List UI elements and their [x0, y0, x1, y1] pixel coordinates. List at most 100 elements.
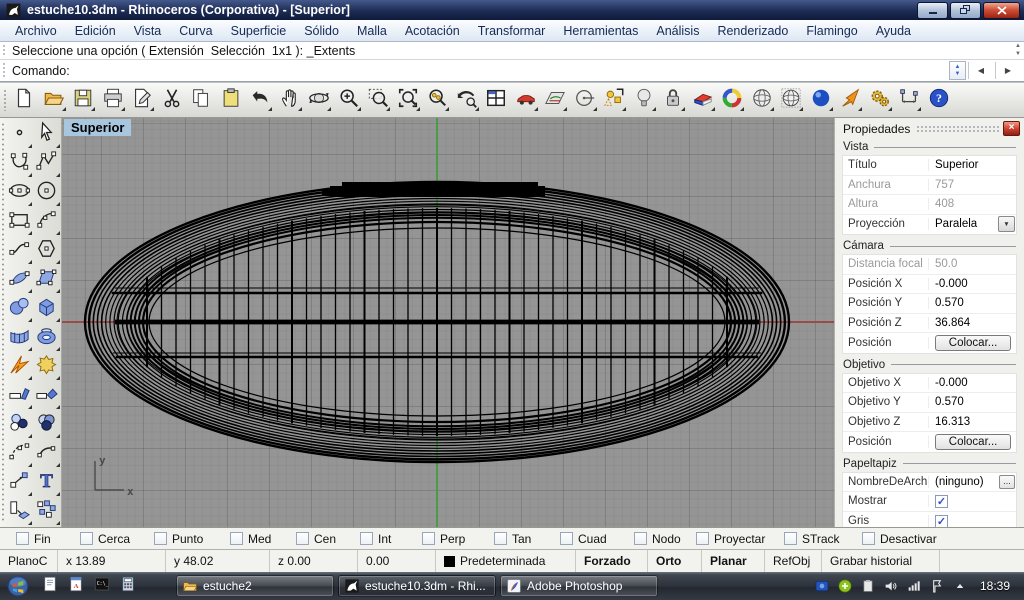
rectangle-button[interactable] — [6, 207, 32, 236]
menu-transformar[interactable]: Transformar — [469, 20, 555, 41]
cplane-circle-button[interactable] — [573, 88, 597, 112]
undo-button[interactable] — [248, 88, 272, 112]
lock-button[interactable] — [661, 88, 685, 112]
circle-button[interactable] — [34, 178, 60, 207]
property-value[interactable]: 0.570 — [929, 393, 1016, 412]
viewport-layout-button[interactable] — [484, 88, 508, 112]
cuad-checkbox[interactable] — [560, 532, 573, 545]
osnap-tan[interactable]: Tan — [494, 532, 560, 546]
rotate-view-button[interactable] — [307, 88, 331, 112]
osnap-int[interactable]: Int — [360, 532, 422, 546]
osnap-cerca[interactable]: Cerca — [80, 532, 154, 546]
history-scroll-arrows[interactable]: ▲▼ — [1015, 42, 1021, 58]
point-button[interactable] — [6, 120, 32, 149]
polyline-button[interactable] — [34, 149, 60, 178]
property-value[interactable]: -0.000 — [929, 275, 1016, 294]
osnap-proyectar[interactable]: Proyectar — [696, 532, 784, 546]
property-value[interactable]: 0.570 — [929, 294, 1016, 313]
surface-points-button[interactable] — [34, 265, 60, 294]
grid-sphere-button[interactable] — [779, 88, 803, 112]
help-button[interactable]: ? — [927, 88, 951, 112]
dimension-button[interactable] — [897, 88, 921, 112]
blue-app-icon[interactable] — [813, 577, 831, 595]
property-value[interactable]: ✓ — [929, 512, 1016, 528]
zoom-selected-button[interactable] — [425, 88, 449, 112]
spheres-button[interactable] — [6, 294, 32, 323]
duplicate-button[interactable] — [6, 497, 32, 526]
osnap-desactivar[interactable]: Desactivar — [862, 532, 962, 546]
wordpad-quicklaunch-button[interactable]: A — [64, 574, 88, 598]
explode-button[interactable] — [6, 352, 32, 381]
osnap-fin[interactable]: Fin — [16, 532, 80, 546]
panel-close-icon[interactable]: × — [1003, 121, 1020, 136]
status-planar[interactable]: Planar — [702, 550, 765, 572]
punto-checkbox[interactable] — [154, 532, 167, 545]
options-gears-button[interactable] — [868, 88, 892, 112]
command-spinner[interactable]: ▲▼ — [949, 61, 966, 80]
shaded-sphere-button[interactable] — [750, 88, 774, 112]
property-value[interactable]: Paralela▼ — [929, 215, 1016, 235]
desactivar-checkbox[interactable] — [862, 532, 875, 545]
properties-header[interactable]: Propiedades × — [835, 118, 1024, 138]
menu-analisis[interactable]: Análisis — [647, 20, 708, 41]
analysis-dart-button[interactable] — [838, 88, 862, 112]
ellipse-button[interactable] — [6, 178, 32, 207]
strack-checkbox[interactable] — [784, 532, 797, 545]
curve-handles-button[interactable] — [34, 439, 60, 468]
browse-button[interactable]: ... — [999, 475, 1015, 489]
boolean-star-button[interactable] — [34, 352, 60, 381]
menu-archivo[interactable]: Archivo — [6, 20, 66, 41]
osnap-nodo[interactable]: Nodo — [634, 532, 696, 546]
print-button[interactable] — [101, 88, 125, 112]
menu-flamingo[interactable]: Flamingo — [797, 20, 866, 41]
open-file-button[interactable] — [42, 88, 66, 112]
task-button-estuche2[interactable]: estuche2 — [176, 575, 334, 597]
command-input-row[interactable]: Comando: ▲▼ ◀ ▶ — [0, 60, 1024, 81]
colocar-button[interactable]: Colocar... — [935, 434, 1011, 450]
action-center-flag-icon[interactable] — [928, 577, 946, 595]
command-history-row[interactable]: Seleccione una opción ( Extensión Selecc… — [0, 42, 1024, 60]
new-file-button[interactable] — [12, 88, 36, 112]
box-button[interactable] — [34, 294, 60, 323]
property-value[interactable]: -0.000 — [929, 374, 1016, 393]
move-control-points-button[interactable] — [6, 468, 32, 497]
menu-curva[interactable]: Curva — [170, 20, 221, 41]
osnap-med[interactable]: Med — [230, 532, 296, 546]
int-checkbox[interactable] — [360, 532, 373, 545]
colocar-button[interactable]: Colocar... — [935, 335, 1011, 351]
viewport-title[interactable]: Superior — [64, 119, 131, 136]
surface-patch-button[interactable] — [6, 265, 32, 294]
zoom-extents-button[interactable] — [396, 88, 420, 112]
polygon-button[interactable] — [34, 236, 60, 265]
start-button[interactable] — [2, 573, 34, 599]
property-value[interactable]: 36.864 — [929, 314, 1016, 333]
command-forward-arrow[interactable]: ▶ — [995, 62, 1020, 79]
curve-blend-button[interactable] — [6, 236, 32, 265]
osnap-cen[interactable]: Cen — [296, 532, 360, 546]
menu-solido[interactable]: Sólido — [295, 20, 348, 41]
arc-button[interactable] — [34, 207, 60, 236]
property-value[interactable]: (ninguno)... — [929, 473, 1016, 492]
mostrar-checkbox[interactable]: ✓ — [935, 495, 948, 508]
join-circles-button[interactable] — [6, 410, 32, 439]
task-button-estuche10-3dm-rhi[interactable]: estuche10.3dm - Rhi... — [338, 575, 496, 597]
status-grabar-historial[interactable]: Grabar historial — [822, 550, 940, 572]
property-value[interactable]: Colocar... — [929, 432, 1016, 452]
array-button[interactable] — [34, 497, 60, 526]
menu-renderizado[interactable]: Renderizado — [708, 20, 797, 41]
network-signal-icon[interactable] — [905, 577, 923, 595]
text-button[interactable]: T — [34, 468, 60, 497]
annotate-button[interactable] — [130, 88, 154, 112]
dropdown-arrow-icon[interactable]: ▼ — [998, 216, 1015, 232]
property-value[interactable]: Colocar... — [929, 333, 1016, 353]
calculator-quicklaunch-button[interactable] — [116, 574, 140, 598]
undo-view-change-button[interactable] — [455, 88, 479, 112]
status-predeterminada[interactable]: Predeterminada — [436, 550, 576, 572]
property-value[interactable]: 16.313 — [929, 413, 1016, 432]
surface-loft-button[interactable] — [6, 323, 32, 352]
color-wheel-button[interactable] — [720, 88, 744, 112]
osnap-strack[interactable]: STrack — [784, 532, 862, 546]
rebuild-curve-button[interactable] — [6, 439, 32, 468]
command-back-arrow[interactable]: ◀ — [968, 62, 993, 79]
panel-grip[interactable] — [916, 125, 999, 132]
